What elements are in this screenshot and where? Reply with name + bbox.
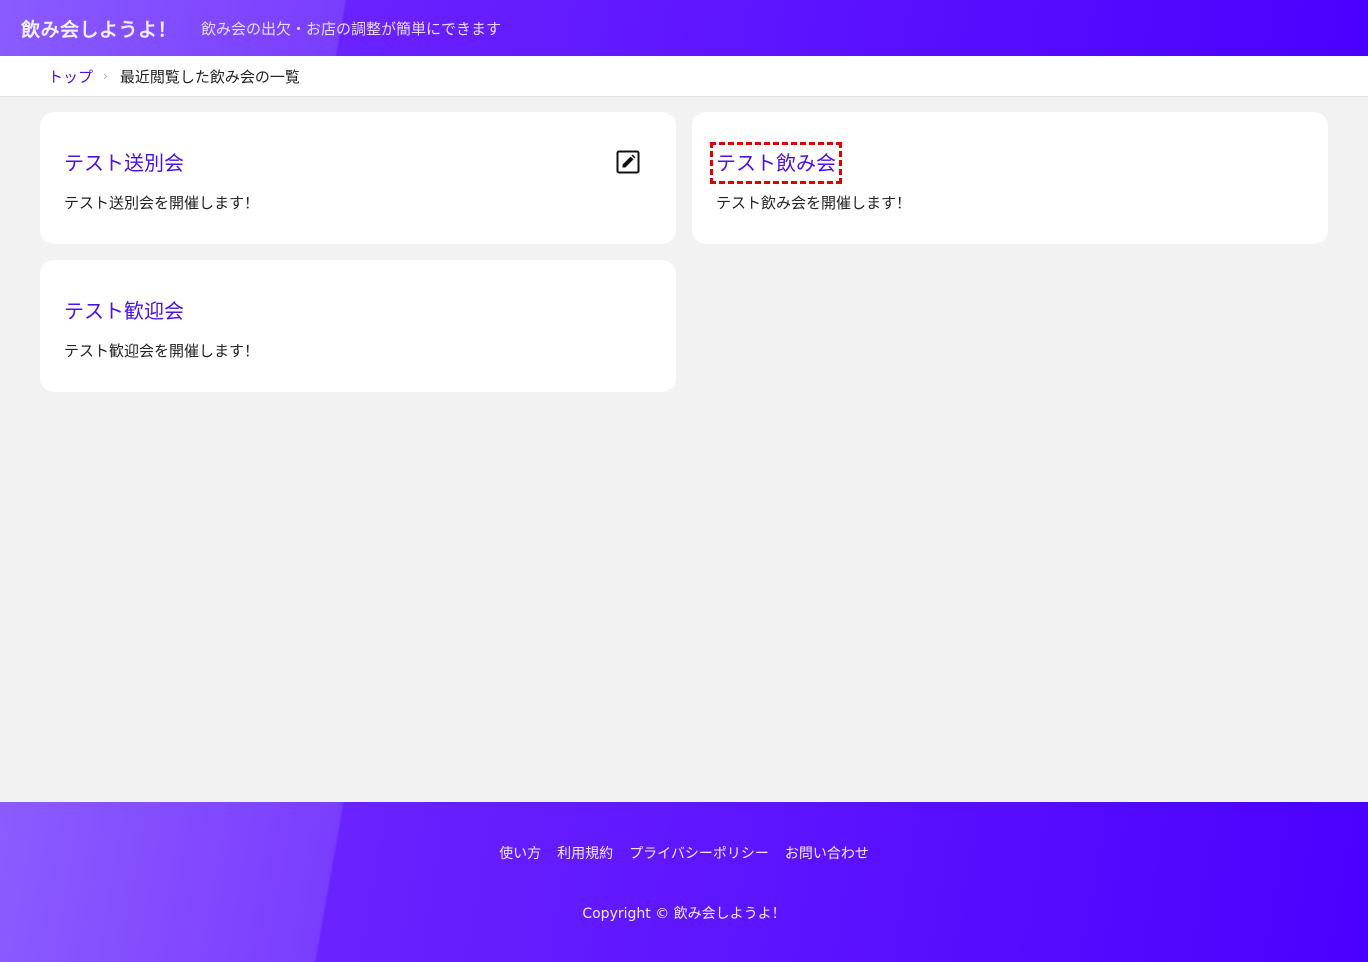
event-card-description: テスト歓迎会を開催します！ xyxy=(64,342,260,360)
event-card-title[interactable]: テスト歓迎会 xyxy=(64,296,184,326)
event-card-title[interactable]: テスト飲み会 xyxy=(710,142,842,184)
chevron-right-icon: › xyxy=(103,69,108,83)
footer-link-how-to-use[interactable]: 使い方 xyxy=(499,843,541,863)
breadcrumb-home-link[interactable]: トップ xyxy=(48,66,93,87)
app-tagline: 飲み会の出欠・お店の調整が簡単にできます xyxy=(201,19,502,38)
footer-links: 使い方 利用規約 プライバシーポリシー お問い合わせ xyxy=(0,843,1368,863)
event-card: テスト歓迎会 テスト歓迎会を開催します！ xyxy=(40,260,676,392)
event-card: テスト送別会 テスト送別会を開催します！ xyxy=(40,112,676,244)
app-footer: 使い方 利用規約 プライバシーポリシー お問い合わせ Copyright © 飲… xyxy=(0,802,1368,962)
footer-link-privacy[interactable]: プライバシーポリシー xyxy=(629,843,769,863)
breadcrumb: トップ › 最近閲覧した飲み会の一覧 xyxy=(0,56,1368,97)
event-card-description: テスト飲み会を開催します！ xyxy=(716,194,912,212)
copyright-text: Copyright © 飲み会しようよ！ xyxy=(582,906,786,922)
app-header: 飲み会しようよ！ 飲み会の出欠・お店の調整が簡単にできます xyxy=(0,0,1368,56)
event-card-title[interactable]: テスト送別会 xyxy=(64,148,184,178)
footer-link-contact[interactable]: お問い合わせ xyxy=(785,843,869,863)
app-title[interactable]: 飲み会しようよ！ xyxy=(21,15,177,42)
event-card-list: テスト送別会 テスト送別会を開催します！ テスト飲み会 テスト飲み会を開催します… xyxy=(40,112,1328,392)
edit-icon[interactable] xyxy=(616,150,640,174)
event-card-description: テスト送別会を開催します！ xyxy=(64,194,260,212)
event-card: テスト飲み会 テスト飲み会を開催します！ xyxy=(692,112,1328,244)
footer-link-terms[interactable]: 利用規約 xyxy=(557,843,613,863)
breadcrumb-current: 最近閲覧した飲み会の一覧 xyxy=(119,67,300,86)
